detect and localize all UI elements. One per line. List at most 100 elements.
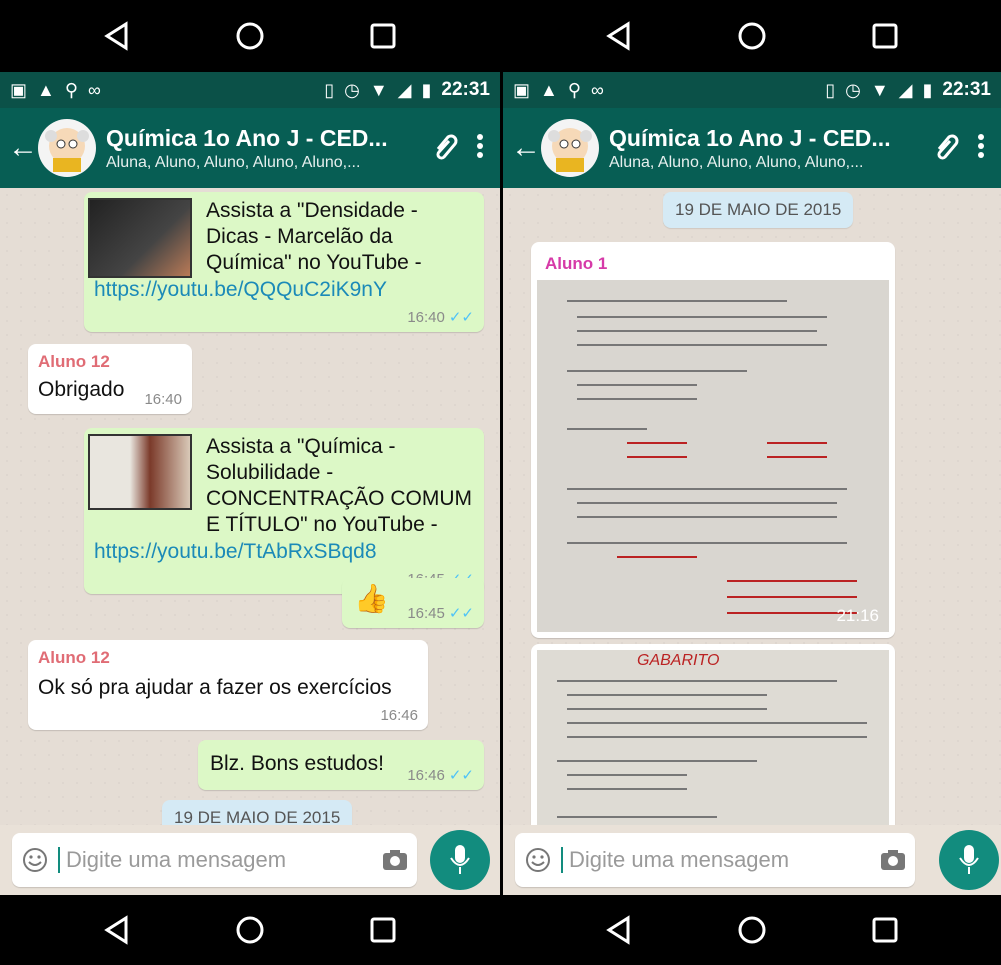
back-nav-icon[interactable] — [589, 11, 649, 61]
message-input[interactable]: Digite uma mensagem — [515, 833, 915, 887]
video-thumbnail[interactable] — [88, 434, 192, 510]
read-ticks-icon: ✓✓ — [448, 605, 474, 622]
recents-nav-icon[interactable] — [855, 11, 915, 61]
recents-nav-icon[interactable] — [353, 11, 413, 61]
warning-icon: ▲ — [540, 80, 558, 100]
chat-title: Química 1o Ano J - CED... — [609, 124, 891, 151]
composer: Digite uma mensagem — [0, 825, 500, 895]
warning-icon: ▲ — [37, 80, 55, 100]
activity-icon: ⚲ — [64, 80, 79, 100]
back-arrow-icon[interactable]: ← — [511, 131, 541, 165]
back-nav-icon[interactable] — [87, 11, 147, 61]
sender-name: Aluno 12 — [38, 352, 110, 371]
chat-title-block[interactable]: Química 1o Ano J - CED... Aluna, Aluno, … — [106, 125, 432, 172]
status-bar: ▣ ▲ ⚲ ∞ ▯ ◷ ▼ ◢ ▮ 22:31 — [503, 72, 1001, 108]
message-outgoing[interactable]: Blz. Bons estudos! 16:46 ✓✓ — [198, 740, 484, 790]
message-text: Assista a "Química - Solubilidade - CONC… — [206, 435, 472, 536]
message-image[interactable]: Aluno 1 21:16 — [531, 242, 895, 638]
microphone-icon — [959, 845, 979, 874]
wifi-icon: ▼ — [369, 80, 388, 100]
top-nav-bar — [503, 0, 1001, 72]
image-time: 21:16 — [836, 606, 879, 625]
message-image[interactable]: GABARITO — [531, 644, 895, 825]
vibrate-icon: ▯ — [324, 80, 335, 100]
handwritten-label: GABARITO — [637, 652, 720, 669]
alarm-icon: ◷ — [845, 80, 861, 100]
vibrate-icon: ▯ — [825, 80, 836, 100]
message-text: Ok só pra ajudar a fazer os exercícios — [38, 676, 392, 699]
message-placeholder: Digite uma mensagem — [66, 847, 287, 872]
signal-icon: ◢ — [397, 80, 412, 100]
back-arrow-icon[interactable]: ← — [8, 131, 38, 165]
photo-worksheet[interactable]: 21:16 — [537, 280, 889, 632]
battery-icon: ▮ — [922, 80, 933, 100]
recents-nav-icon[interactable] — [855, 905, 915, 955]
status-time: 22:31 — [441, 79, 490, 100]
photo-answer-key[interactable]: GABARITO — [537, 650, 889, 825]
youtube-link[interactable]: https://youtu.be/QQQuC2iK9nY — [94, 278, 387, 302]
emoji-icon[interactable] — [515, 847, 561, 873]
composer: Digite uma mensagem — [503, 825, 1001, 895]
alarm-icon: ◷ — [344, 80, 360, 100]
home-nav-icon[interactable] — [220, 11, 280, 61]
message-time: 16:45✓✓ — [407, 605, 474, 622]
voicemail-icon: ∞ — [591, 80, 604, 100]
camera-icon[interactable] — [373, 849, 417, 871]
message-incoming[interactable]: Aluno 12 Ok só pra ajudar a fazer os exe… — [28, 640, 428, 730]
message-time: 16:40 — [144, 391, 182, 408]
chat-title-block[interactable]: Química 1o Ano J - CED... Aluna, Aluno, … — [609, 125, 933, 172]
chat-app-bar: ← Química 1o Ano J - CED... Aluna, Aluno… — [503, 108, 1001, 188]
home-nav-icon[interactable] — [722, 11, 782, 61]
bottom-nav-bar — [503, 895, 1001, 965]
message-time: 16:46 — [380, 707, 418, 724]
message-placeholder: Digite uma mensagem — [569, 847, 790, 872]
chat-participants: Aluna, Aluno, Aluno, Aluno, Aluno,... — [609, 153, 864, 171]
message-incoming[interactable]: Aluno 12 Obrigado 16:40 — [28, 344, 192, 414]
microphone-icon — [450, 845, 470, 874]
group-avatar[interactable] — [38, 119, 96, 177]
image-notification-icon: ▣ — [513, 80, 531, 100]
more-options-icon[interactable] — [476, 133, 484, 164]
back-nav-icon[interactable] — [87, 905, 147, 955]
more-options-icon[interactable] — [977, 133, 985, 164]
back-nav-icon[interactable] — [589, 905, 649, 955]
camera-icon[interactable] — [871, 849, 915, 871]
right-screen: ▣ ▲ ⚲ ∞ ▯ ◷ ▼ ◢ ▮ 22:31 ← Química 1o Ano… — [503, 0, 1001, 965]
emoji-icon[interactable] — [12, 847, 58, 873]
attach-icon[interactable] — [933, 131, 959, 166]
message-list[interactable]: 19 DE MAIO DE 2015 Aluno 1 21:16 GABARIT… — [503, 188, 1001, 825]
message-list[interactable]: Assista a "Densidade - Dicas - Marcelão … — [0, 188, 500, 825]
chat-title: Química 1o Ano J - CED... — [106, 124, 388, 151]
voicemail-icon: ∞ — [88, 80, 101, 100]
chat-participants: Aluna, Aluno, Aluno, Aluno, Aluno,... — [106, 153, 361, 171]
status-time: 22:31 — [942, 79, 991, 100]
group-avatar[interactable] — [541, 119, 599, 177]
message-time: 16:40 ✓✓ — [407, 309, 474, 326]
video-thumbnail[interactable] — [88, 198, 192, 278]
recents-nav-icon[interactable] — [353, 905, 413, 955]
message-text: Blz. Bons estudos! — [210, 752, 384, 775]
message-video-link[interactable]: Assista a "Química - Solubilidade - CONC… — [84, 428, 484, 594]
home-nav-icon[interactable] — [220, 905, 280, 955]
chat-app-bar: ← Química 1o Ano J - CED... Aluna, Aluno… — [0, 108, 500, 188]
mic-button[interactable] — [430, 830, 490, 890]
wifi-icon: ▼ — [870, 80, 889, 100]
youtube-link[interactable]: https://youtu.be/TtAbRxSBqd8 — [94, 540, 377, 564]
mic-button[interactable] — [939, 830, 999, 890]
status-bar: ▣ ▲ ⚲ ∞ ▯ ◷ ▼ ◢ ▮ 22:31 — [0, 72, 500, 108]
top-nav-bar — [0, 0, 500, 72]
thumbs-up-icon: 👍 — [354, 583, 389, 614]
read-ticks-icon: ✓✓ — [448, 309, 474, 326]
message-input[interactable]: Digite uma mensagem — [12, 833, 417, 887]
message-emoji[interactable]: 👍 16:45 ✓✓ — [342, 578, 484, 628]
message-video-link[interactable]: Assista a "Densidade - Dicas - Marcelão … — [84, 192, 484, 332]
attach-icon[interactable] — [432, 131, 458, 166]
bottom-nav-bar — [0, 895, 500, 965]
message-text: Obrigado — [38, 378, 125, 401]
sender-name: Aluno 1 — [545, 254, 608, 273]
home-nav-icon[interactable] — [722, 905, 782, 955]
left-screen: ▣ ▲ ⚲ ∞ ▯ ◷ ▼ ◢ ▮ 22:31 ← Química 1o Ano… — [0, 0, 500, 965]
image-notification-icon: ▣ — [10, 80, 28, 100]
signal-icon: ◢ — [898, 80, 913, 100]
activity-icon: ⚲ — [567, 80, 582, 100]
